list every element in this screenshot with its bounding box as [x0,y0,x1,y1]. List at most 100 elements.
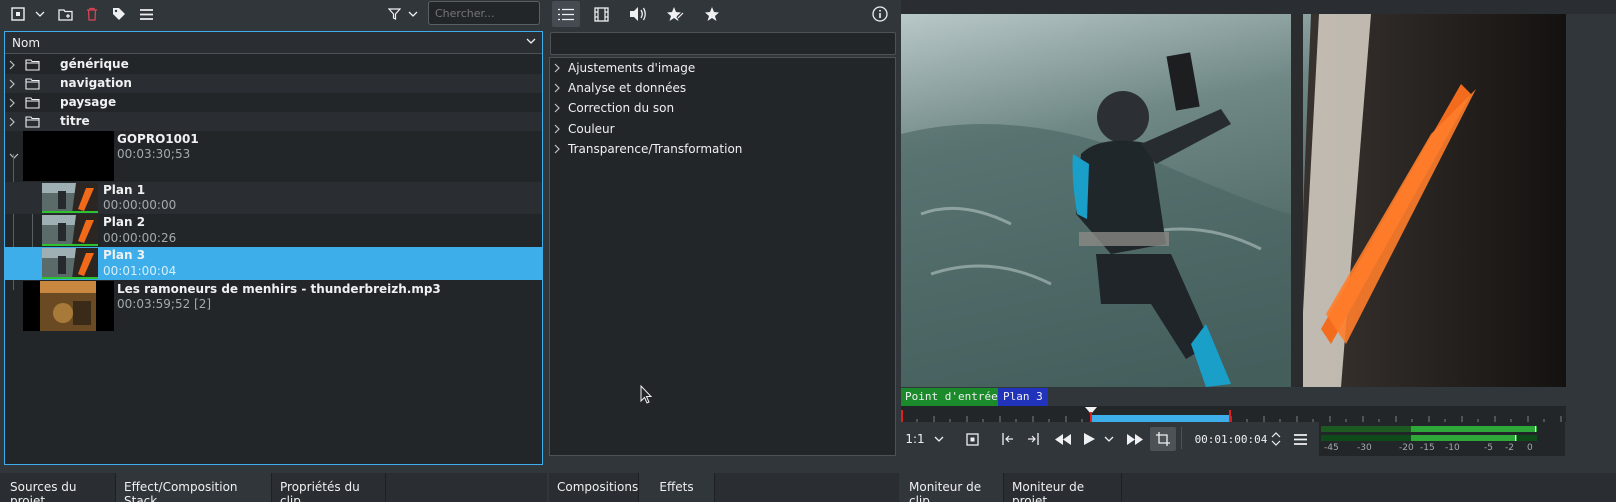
subclip-title: Plan 1 [103,183,146,197]
subclip-thumbnail [42,248,98,279]
audio-scale-label: -2 [1505,443,1514,453]
chevron-down-icon[interactable] [1101,427,1117,451]
left-tab-bar: Sources du projet Effect/Composition Sta… [0,473,547,502]
effect-category[interactable]: Correction du son [554,99,674,117]
audio-effects-icon[interactable] [627,4,649,24]
right-tab-bar: Moniteur de clip Moniteur de projet [901,473,1616,502]
chevron-down-icon[interactable] [33,4,47,24]
tab-effects[interactable]: Effets [639,473,715,502]
timeline-ruler[interactable] [901,406,1566,422]
chevron-right-icon[interactable] [9,98,15,108]
chevron-right-icon[interactable] [9,79,15,89]
tab-clip-properties[interactable]: Propriétés du clip [272,473,386,502]
add-folder-icon[interactable] [55,4,75,24]
subclip-title: Plan 2 [103,215,146,229]
tab-compositions[interactable]: Compositions [549,473,639,502]
clip-duration: 00:03:59;52 [2] [117,297,212,311]
audio-scale-label: 0 [1527,443,1533,453]
fit-view-icon[interactable] [961,427,983,451]
timecode-spinner-icon[interactable] [1269,427,1283,451]
add-clip-icon[interactable] [8,4,28,24]
chevron-down-icon[interactable] [931,427,947,451]
monitor-side-area [1566,14,1616,387]
effect-category[interactable]: Transparence/Transformation [554,140,742,158]
subclip-title: Plan 3 [103,248,146,262]
clip-title: GOPRO1001 [117,132,199,146]
menu-icon[interactable] [1289,427,1311,451]
chevron-right-icon[interactable] [9,60,15,70]
video-frame[interactable] [901,14,1566,387]
chevron-down-icon[interactable] [406,4,420,24]
tab-clip-monitor[interactable]: Moniteur de clip [901,473,1004,502]
rewind-icon[interactable] [1051,427,1075,451]
clip-title: Les ramoneurs de menhirs - thunderbreizh… [117,282,441,296]
tab-effect-stack[interactable]: Effect/Composition Stack [116,473,272,502]
column-header-name[interactable]: Nom [5,32,542,54]
audio-scale: -45 -30 -20 -15 -10 -5 -2 0 [1319,443,1565,455]
subclip-row[interactable]: Plan 1 00:00:00:00 [5,182,542,214]
audio-level-meter: -45 -30 -20 -15 -10 -5 -2 0 [1319,422,1565,456]
subclip-thumbnail [42,215,98,246]
favorite-star-icon[interactable] [701,4,723,24]
timecode-display[interactable]: 00:01:00:04 [1191,427,1271,451]
tab-project-sources[interactable]: Sources du projet [2,473,116,502]
info-icon[interactable] [869,4,891,24]
clip-row[interactable]: Les ramoneurs de menhirs - thunderbreizh… [5,280,542,332]
effect-category[interactable]: Analyse et données [554,79,686,97]
chevron-down-icon[interactable] [526,38,536,44]
effect-category[interactable]: Couleur [554,120,615,138]
chevron-right-icon[interactable] [9,117,15,127]
effects-tree: Ajustements d'image Analyse et données C… [549,57,896,456]
list-view-icon[interactable] [552,1,580,27]
folder-label: titre [60,114,90,128]
chevron-right-icon [554,103,568,113]
toolbar-separator [1181,427,1182,449]
audio-scale-label: -15 [1420,443,1435,453]
audio-scale-label: -45 [1324,443,1339,453]
chevron-right-icon [554,144,568,154]
effects-search-input[interactable] [550,32,896,55]
chevron-down-icon[interactable] [9,153,19,159]
filter-icon[interactable] [384,4,404,24]
folder-icon [25,96,40,109]
custom-effects-icon[interactable] [664,4,686,24]
tag-icon[interactable] [109,4,129,24]
marker-bar: Point d'entrée Plan 3 [901,388,1566,406]
folder-row[interactable]: générique [5,55,542,74]
search-input[interactable] [428,1,540,25]
set-in-point-icon[interactable] [996,427,1018,451]
project-bin-panel: Nom générique navigation paysage titre [0,0,547,472]
folder-icon [25,77,40,90]
subclip-duration: 00:00:00:26 [103,231,177,245]
folder-row[interactable]: paysage [5,93,542,112]
subclip-duration: 00:01:00:04 [103,264,177,278]
crop-icon[interactable] [1150,427,1176,451]
effect-category-label: Ajustements d'image [568,61,696,75]
folder-label: navigation [60,76,132,90]
subclip-row[interactable]: Plan 2 00:00:00:26 [5,214,542,247]
video-effects-icon[interactable] [591,4,611,24]
project-bin-toolbar [0,0,547,28]
effect-category[interactable]: Ajustements d'image [554,59,695,77]
monitor-top-bar [901,0,1616,14]
effect-category-label: Correction du son [568,101,675,115]
subclip-thumbnail [42,183,98,213]
trash-icon[interactable] [82,4,102,24]
folder-icon [25,115,40,128]
clip-monitor-panel: Point d'entrée Plan 3 1:1 00:01:00:04 -4… [901,0,1616,472]
zone-label: Plan 3 [998,388,1048,406]
chevron-right-icon [554,124,568,134]
folder-row[interactable]: navigation [5,74,542,93]
play-icon[interactable] [1077,427,1101,451]
fast-forward-icon[interactable] [1123,427,1147,451]
subclip-row-selected[interactable]: Plan 3 00:01:00:04 [5,247,542,280]
folder-label: paysage [60,95,117,109]
set-out-point-icon[interactable] [1023,427,1045,451]
clip-thumbnail [23,281,114,331]
clip-thumbnail [23,131,114,181]
clip-row[interactable]: GOPRO1001 00:03:30;53 [5,131,542,181]
menu-icon[interactable] [136,4,156,24]
tab-project-monitor[interactable]: Moniteur de projet [1004,473,1122,502]
in-point-label: Point d'entrée [901,388,1002,406]
folder-row[interactable]: titre [5,112,542,131]
